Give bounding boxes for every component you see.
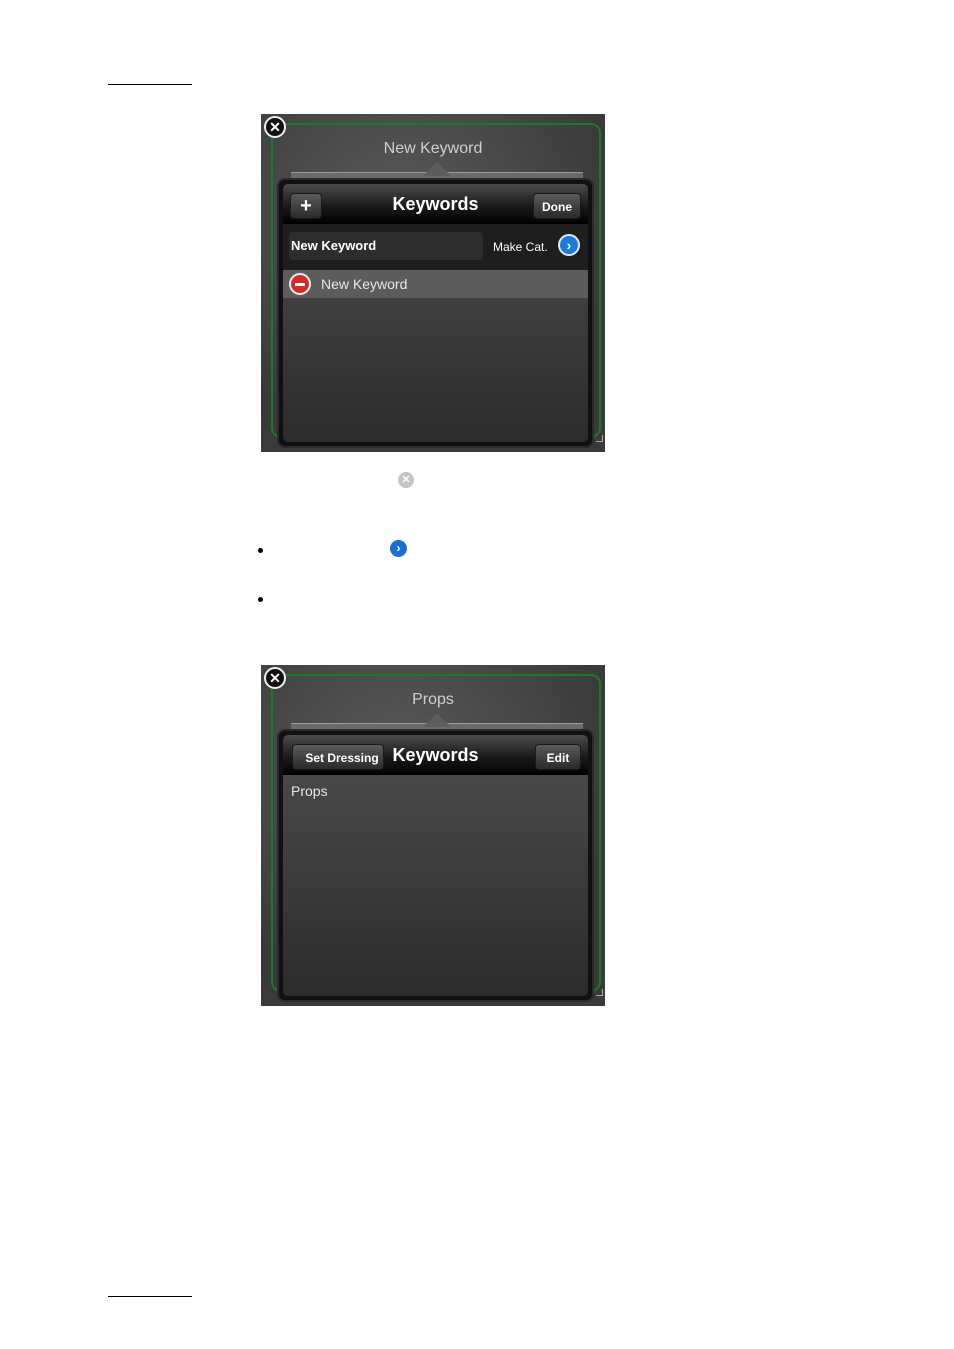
keywords-panel: + Keywords Done New Keyword Make Cat. › …: [277, 178, 594, 448]
keyword-input[interactable]: New Keyword: [289, 232, 483, 260]
done-button[interactable]: Done: [533, 193, 581, 219]
make-category-label: Make Cat.: [493, 240, 548, 254]
keywords-panel: Set Dressing Keywords Edit Props: [277, 729, 594, 1002]
popover-title: Props: [412, 691, 454, 708]
popover-arrow: [423, 713, 451, 727]
new-keyword-row: New Keyword Make Cat. ›: [283, 224, 588, 270]
header-rule: [108, 84, 192, 85]
keyword-list: New Keyword Make Cat. › New Keyword: [283, 224, 588, 442]
clear-icon: ✕: [398, 472, 414, 488]
popover-title: New Keyword: [383, 140, 483, 157]
list-item[interactable]: New Keyword: [283, 270, 588, 298]
footer-rule: [108, 1296, 192, 1297]
delete-icon[interactable]: [289, 273, 311, 295]
list-item[interactable]: Props: [291, 783, 328, 799]
keywords-screenshot-new-keyword: ✕ New Keyword + Keywords Done New Keywor…: [261, 114, 605, 452]
navbar: + Keywords Done: [283, 184, 588, 224]
navbar: Set Dressing Keywords Edit: [283, 735, 588, 775]
close-icon[interactable]: ✕: [264, 667, 286, 689]
bullet: [258, 597, 263, 602]
keyword-list: Props: [283, 775, 588, 996]
chevron-right-icon[interactable]: ›: [558, 234, 580, 256]
bullet: [258, 548, 263, 553]
resize-handle-icon[interactable]: [596, 435, 603, 442]
popover-arrow: [423, 162, 451, 176]
resize-handle-icon[interactable]: [596, 989, 603, 996]
edit-button[interactable]: Edit: [535, 744, 581, 770]
keywords-screenshot-props: ✕ Props Set Dressing Keywords Edit Props: [261, 665, 605, 1006]
close-icon[interactable]: ✕: [264, 116, 286, 138]
chevron-right-icon: ›: [390, 540, 407, 557]
list-item-label: New Keyword: [321, 276, 408, 292]
